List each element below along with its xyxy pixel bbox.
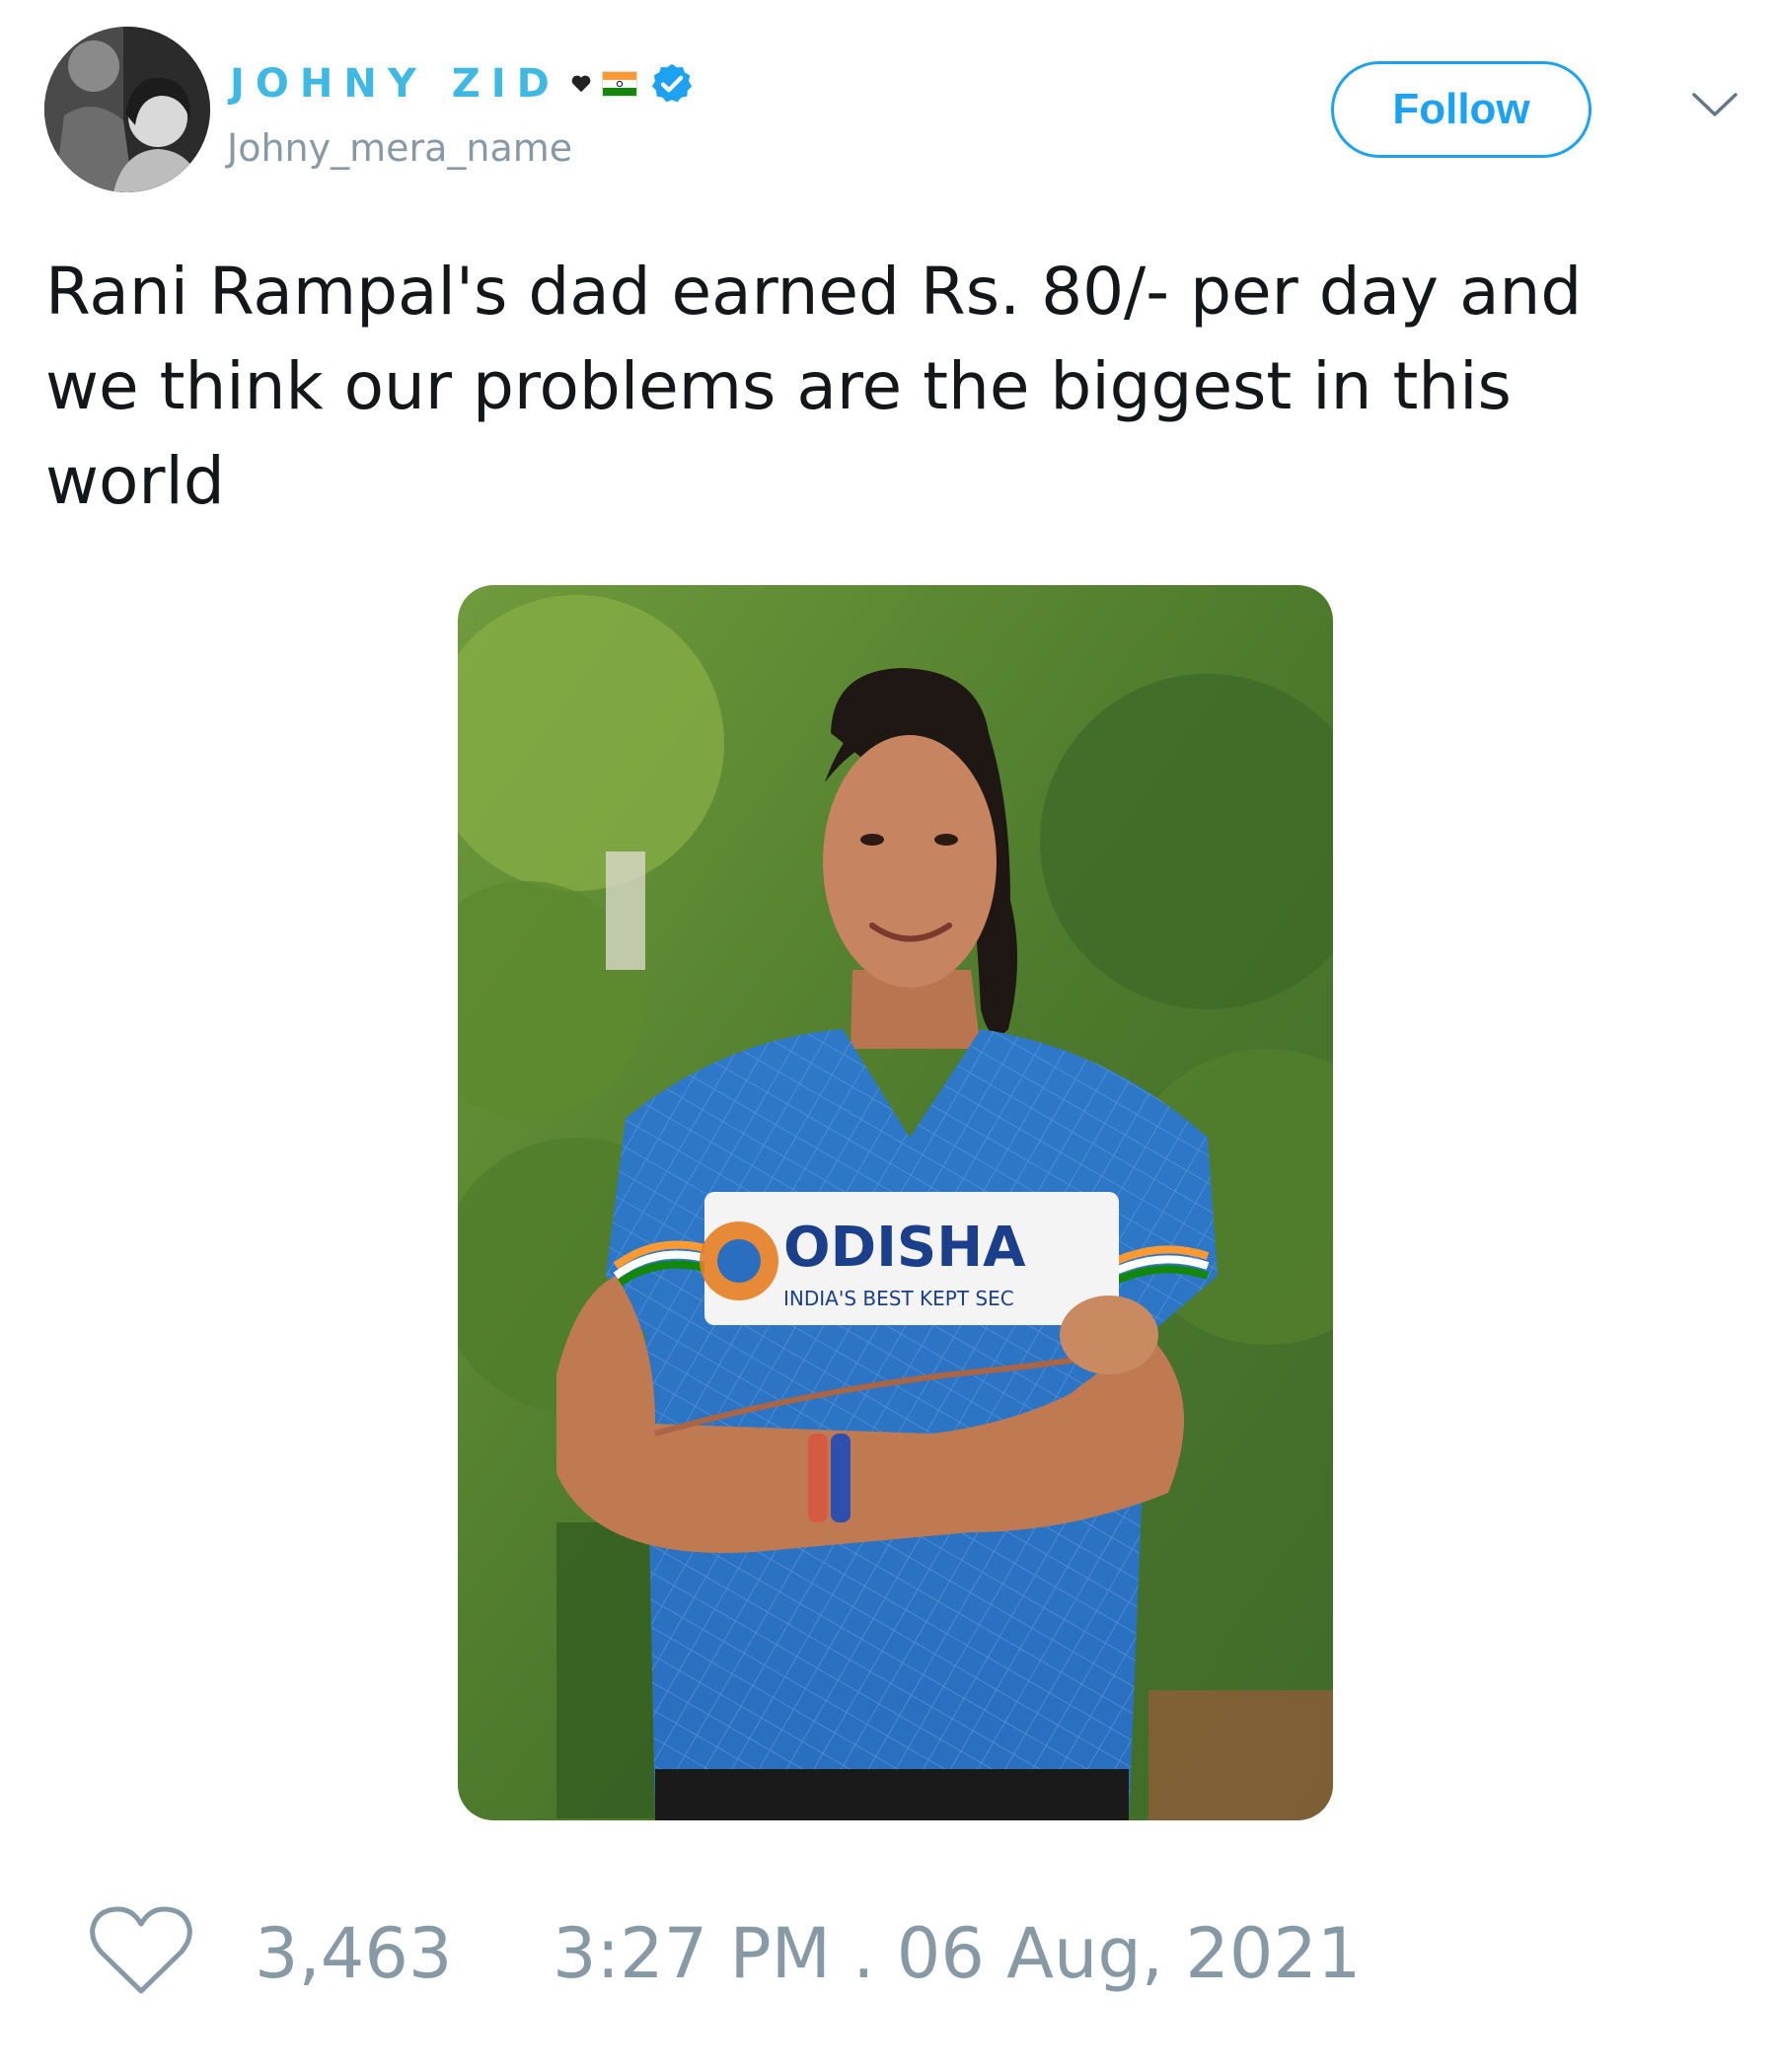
avatar-image bbox=[44, 27, 210, 192]
display-name-row[interactable]: JOHNY ZID bbox=[230, 59, 695, 109]
chevron-down-icon[interactable] bbox=[1690, 89, 1739, 120]
heart-emoji-icon bbox=[571, 75, 591, 93]
india-flag-icon bbox=[601, 71, 637, 97]
like-count[interactable]: 3,463 bbox=[255, 1914, 452, 1993]
user-handle[interactable]: Johny_mera_name bbox=[227, 126, 572, 170]
jersey-sponsor-text: ODISHA bbox=[783, 1216, 1026, 1280]
player-photo: ODISHA INDIA'S BEST KEPT SEC bbox=[458, 585, 1333, 1820]
jersey-tagline-text: INDIA'S BEST KEPT SEC bbox=[783, 1287, 1014, 1310]
heart-outline-icon[interactable] bbox=[89, 1904, 193, 1999]
avatar[interactable] bbox=[44, 27, 210, 192]
follow-button[interactable]: Follow bbox=[1331, 61, 1591, 158]
tweet-media-photo[interactable]: ODISHA INDIA'S BEST KEPT SEC bbox=[458, 585, 1333, 1820]
verified-badge-icon bbox=[651, 63, 692, 103]
display-name[interactable]: JOHNY ZID bbox=[230, 61, 560, 107]
tweet-text: Rani Rampal's dad earned Rs. 80/- per da… bbox=[45, 254, 1583, 519]
tweet-timestamp[interactable]: 3:27 PM . 06 Aug, 2021 bbox=[553, 1914, 1361, 1993]
